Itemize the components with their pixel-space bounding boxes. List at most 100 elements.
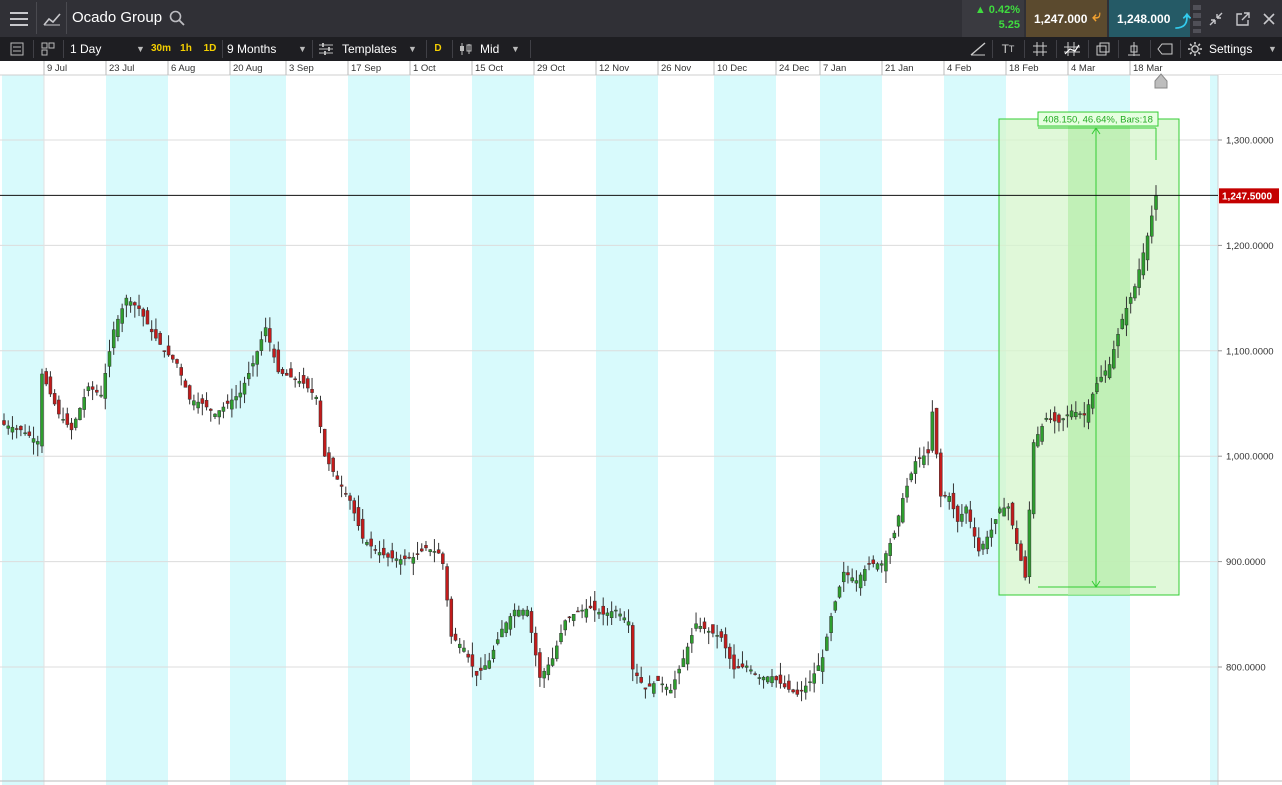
candle	[917, 457, 922, 459]
candle	[48, 376, 53, 395]
quick-interval-1d[interactable]: 1D	[200, 41, 220, 57]
candle	[360, 518, 365, 539]
candle	[90, 386, 95, 390]
time-band	[820, 75, 882, 785]
x-tick-label: 21 Jan	[885, 63, 914, 74]
candle	[588, 605, 593, 609]
up-arrow-icon: ▲	[974, 4, 986, 16]
label-tag-icon[interactable]	[1153, 40, 1177, 58]
candle	[95, 389, 99, 393]
candle	[78, 407, 82, 421]
candle	[685, 646, 690, 665]
list-icon[interactable]	[6, 40, 28, 58]
candle	[19, 425, 23, 431]
candle	[1040, 426, 1044, 442]
time-band	[230, 75, 286, 785]
candle	[884, 553, 888, 572]
candle	[1120, 318, 1124, 329]
candle	[394, 558, 399, 561]
y-tick-label: 1,300.0000	[1226, 136, 1274, 147]
price-chart[interactable]: 9 Jul 23 Jul 6 Aug 20 Aug 3 Sep 17 Sep 1 Oct 15…	[0, 61, 1282, 785]
collapse-icon[interactable]	[1205, 8, 1227, 30]
top-bar: Ocado Group ▲ 0.42% 5.25 1,247.000 ⤶ 1,2…	[0, 0, 1282, 37]
candle	[52, 393, 57, 405]
candle	[799, 689, 804, 692]
quick-interval-30m[interactable]: 30m	[150, 41, 172, 57]
candle	[901, 498, 905, 523]
candle	[1048, 418, 1053, 420]
candle	[791, 689, 795, 693]
search-icon[interactable]	[168, 9, 186, 27]
candle	[154, 329, 158, 339]
candle	[567, 616, 572, 619]
grid-icon[interactable]	[1028, 40, 1052, 58]
change-percent: 0.42%	[988, 4, 1020, 16]
candle	[960, 513, 964, 522]
candle	[955, 505, 960, 522]
candle	[753, 673, 757, 675]
candle	[73, 418, 78, 428]
x-tick-label: 10 Dec	[717, 63, 747, 74]
candle	[614, 609, 618, 612]
candle	[977, 537, 981, 552]
candle	[495, 639, 500, 644]
layout-icon[interactable]	[37, 40, 59, 58]
candle	[242, 382, 247, 395]
candle	[951, 492, 956, 510]
candle	[643, 687, 648, 690]
candle	[1078, 413, 1082, 415]
close-icon[interactable]	[1258, 8, 1280, 30]
settings-label: Settings	[1209, 42, 1253, 56]
candle	[453, 633, 458, 641]
buy-arrow-icon: ⤴	[1175, 14, 1192, 31]
candle	[1082, 413, 1087, 416]
candle	[1099, 376, 1103, 382]
y-tick-label: 1,200.0000	[1226, 241, 1274, 252]
candle	[82, 397, 86, 410]
popout-icon[interactable]	[1232, 8, 1254, 30]
candle	[44, 371, 48, 385]
candle	[622, 617, 627, 621]
candle	[1150, 215, 1154, 237]
candle	[1133, 286, 1137, 299]
candle	[149, 328, 154, 333]
depth-bars-icon[interactable]	[1191, 3, 1203, 34]
candle	[517, 609, 521, 617]
candle	[521, 609, 525, 616]
interval-select[interactable]: 1 Day ▼	[66, 37, 146, 61]
x-tick-label: 4 Mar	[1071, 63, 1095, 74]
menu-icon[interactable]	[4, 6, 34, 31]
copy-icon[interactable]	[1091, 40, 1115, 58]
y-axis-panel	[1218, 75, 1282, 785]
chart-type-icon[interactable]	[38, 6, 66, 31]
candle	[284, 372, 289, 376]
alert-icon[interactable]	[1122, 40, 1146, 58]
candle	[1002, 507, 1006, 517]
candle	[276, 349, 281, 373]
candle	[424, 545, 428, 549]
templates-select[interactable]: Templates ▼	[316, 37, 426, 61]
candle	[280, 369, 285, 374]
sell-button[interactable]: 1,247.000 ⤶	[1026, 0, 1107, 37]
candle	[158, 333, 162, 345]
sell-price: 1,247.000	[1034, 12, 1088, 26]
price-type-select[interactable]: Mid ▼	[456, 37, 528, 61]
candle	[289, 368, 293, 378]
candle	[466, 653, 470, 658]
settings-button[interactable]: Settings ▼	[1184, 37, 1280, 61]
range-select[interactable]: 9 Months ▼	[224, 37, 310, 61]
quick-interval-1h[interactable]: 1h	[176, 41, 196, 57]
draw-line-icon[interactable]	[966, 40, 990, 58]
buy-button[interactable]: 1,248.000 ⤴	[1109, 0, 1192, 37]
candle	[344, 493, 348, 495]
candle	[331, 457, 335, 472]
candle	[664, 686, 669, 690]
text-tool-icon[interactable]: TT	[996, 40, 1020, 58]
candle	[10, 426, 15, 433]
d-button[interactable]: D	[430, 41, 446, 57]
candle	[1023, 556, 1027, 578]
candle	[698, 625, 703, 629]
candle	[445, 566, 449, 601]
range-value: 9 Months	[227, 42, 277, 56]
indicator-grid-icon[interactable]	[1060, 40, 1084, 58]
